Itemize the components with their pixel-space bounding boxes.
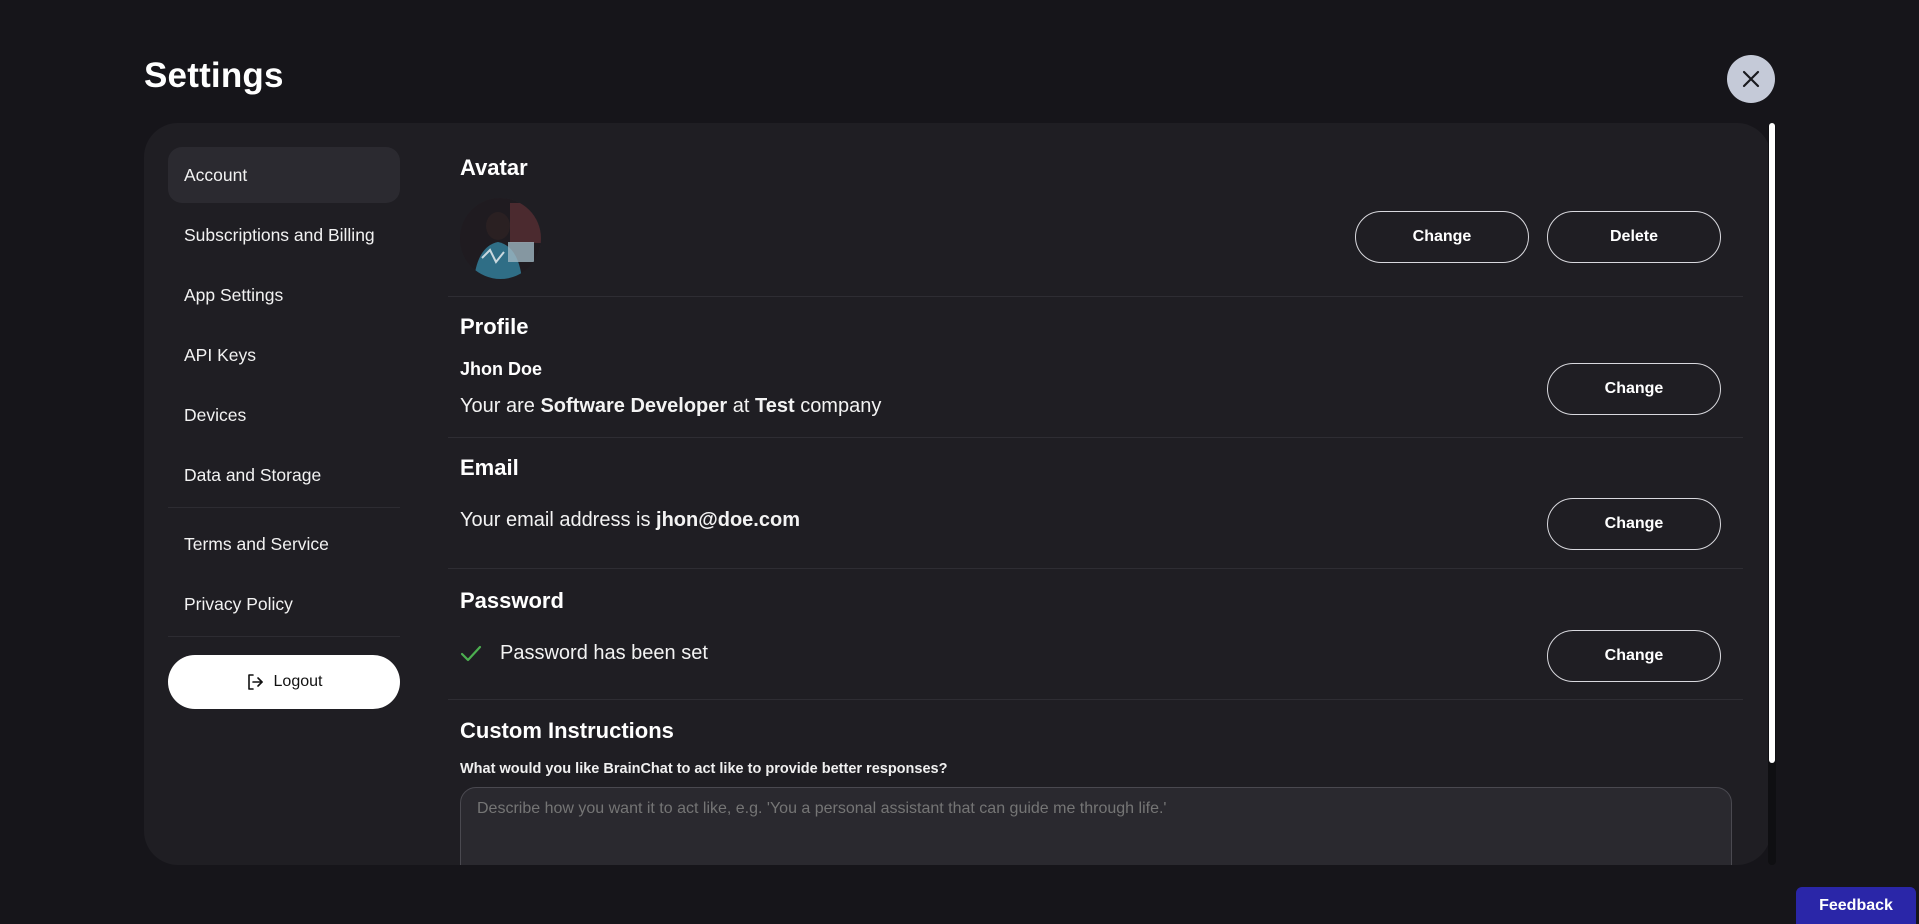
password-heading: Password <box>460 588 564 613</box>
settings-sidebar: Account Subscriptions and Billing App Se… <box>168 147 400 709</box>
password-status: Password has been set <box>460 642 708 665</box>
sidebar-item-account[interactable]: Account <box>168 147 400 203</box>
close-button[interactable] <box>1727 55 1775 103</box>
avatar <box>460 198 541 279</box>
sidebar-item-privacy[interactable]: Privacy Policy <box>168 576 400 632</box>
avatar-delete-button[interactable]: Delete <box>1547 211 1721 263</box>
email-address: jhon@doe.com <box>656 509 800 531</box>
sidebar-item-api-keys[interactable]: API Keys <box>168 327 400 383</box>
sidebar-item-subscriptions[interactable]: Subscriptions and Billing <box>168 207 400 263</box>
custom-instructions-question: What would you like BrainChat to act lik… <box>460 761 948 777</box>
sidebar-divider <box>168 636 400 637</box>
email-prefix: Your email address is <box>460 509 651 531</box>
email-change-button[interactable]: Change <box>1547 498 1721 550</box>
sidebar-divider <box>168 507 400 508</box>
feedback-button[interactable]: Feedback <box>1796 887 1916 924</box>
custom-instructions-section: Custom Instructions What would you like … <box>448 700 1743 865</box>
avatar-section: Avatar Change Delete <box>448 123 1743 297</box>
profile-description: Your are Software Developer at Test comp… <box>460 395 881 418</box>
avatar-image <box>460 198 541 279</box>
profile-change-button[interactable]: Change <box>1547 363 1721 415</box>
password-section: Password Password has been set Change <box>448 569 1743 700</box>
close-icon <box>1742 70 1760 88</box>
sidebar-item-devices[interactable]: Devices <box>168 387 400 443</box>
logout-button[interactable]: Logout <box>168 655 400 709</box>
account-content: Avatar Change Delete Profile Jhon Doe Yo… <box>448 123 1743 865</box>
sidebar-item-app-settings[interactable]: App Settings <box>168 267 400 323</box>
profile-name: Jhon Doe <box>460 359 543 379</box>
avatar-heading: Avatar <box>460 155 528 180</box>
profile-prefix: Your are <box>460 395 535 417</box>
password-status-text: Password has been set <box>500 642 708 664</box>
profile-company: Test <box>754 395 795 417</box>
email-section: Email Your email address is jhon@doe.com… <box>448 438 1743 569</box>
scrollbar-thumb[interactable] <box>1769 123 1775 763</box>
password-change-button[interactable]: Change <box>1547 630 1721 682</box>
avatar-change-button[interactable]: Change <box>1355 211 1529 263</box>
profile-suffix: company <box>800 395 882 417</box>
profile-at: at <box>732 395 750 417</box>
logout-icon <box>247 674 263 690</box>
profile-section: Profile Jhon Doe Your are Software Devel… <box>448 297 1743 438</box>
custom-instructions-input[interactable] <box>460 787 1732 865</box>
page-title: Settings <box>144 56 284 95</box>
check-icon <box>460 645 482 661</box>
profile-heading: Profile <box>460 314 529 339</box>
logout-label: Logout <box>273 673 323 690</box>
email-description: Your email address is jhon@doe.com <box>460 509 800 532</box>
sidebar-item-data-storage[interactable]: Data and Storage <box>168 447 400 503</box>
custom-instructions-heading: Custom Instructions <box>460 718 674 743</box>
email-heading: Email <box>460 455 519 480</box>
settings-panel: Account Subscriptions and Billing App Se… <box>144 123 1771 865</box>
scrollbar[interactable] <box>1768 123 1776 865</box>
sidebar-item-terms[interactable]: Terms and Service <box>168 516 400 572</box>
profile-role: Software Developer <box>540 395 728 417</box>
